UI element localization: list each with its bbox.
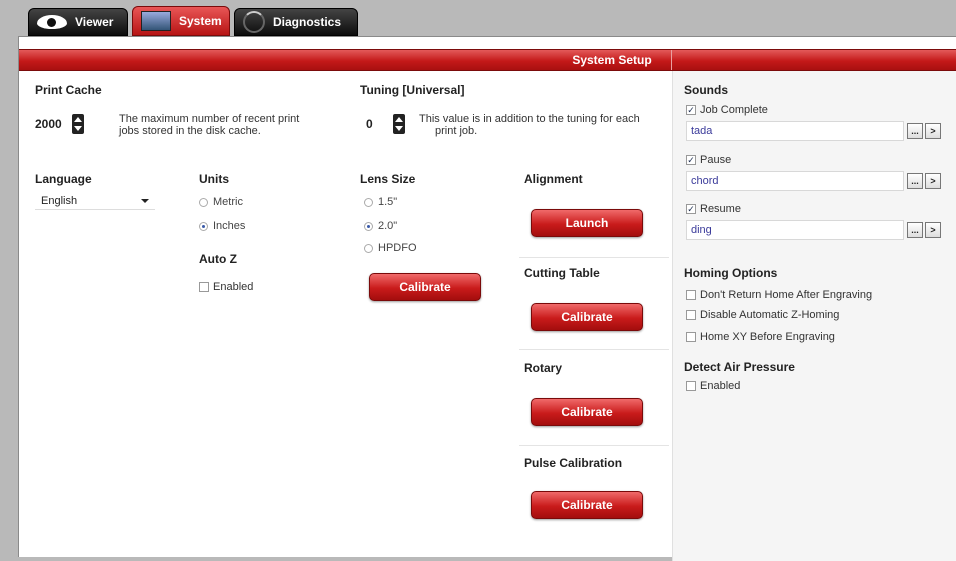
homing-option-checkbox[interactable]: Home XY Before Engraving <box>686 331 835 343</box>
tuning-description: This value is in addition to the tuning … <box>419 113 640 137</box>
units-inches-label: Inches <box>213 220 246 232</box>
homing-option-checkbox[interactable]: Disable Automatic Z-Homing <box>686 309 839 321</box>
checkbox-icon <box>686 310 696 320</box>
homing-option-label: Don't Return Home After Engraving <box>700 289 873 301</box>
play-sound-button[interactable]: > <box>925 222 941 238</box>
checkbox-checked-icon: ✓ <box>686 105 696 115</box>
sound-resume-checkbox[interactable]: ✓ Resume <box>686 203 741 215</box>
units-metric-radio[interactable]: Metric <box>199 196 243 208</box>
sound-pause-label: Pause <box>700 154 732 166</box>
lens-size-heading: Lens Size <box>360 172 416 186</box>
tab-system[interactable]: System <box>132 6 230 36</box>
tuning-desc-line2: print job. <box>435 125 478 137</box>
radio-icon <box>364 243 373 253</box>
checkbox-checked-icon: ✓ <box>686 204 696 214</box>
auto-z-enabled-label: Enabled <box>213 281 254 293</box>
alignment-launch-button[interactable]: Launch <box>531 209 643 237</box>
sound-job-complete-field[interactable]: tada <box>686 121 904 141</box>
radio-icon <box>364 197 373 207</box>
print-cache-stepper[interactable]: 2000 <box>35 113 84 135</box>
play-sound-button[interactable]: > <box>925 173 941 189</box>
tab-system-label: System <box>179 14 222 28</box>
swirl-icon <box>243 11 265 33</box>
print-cache-description: The maximum number of recent print jobs … <box>119 113 299 137</box>
rotary-heading: Rotary <box>524 361 563 375</box>
homing-option-label: Home XY Before Engraving <box>700 331 835 343</box>
lens-hpdfo-label: HPDFO <box>378 242 417 254</box>
units-inches-radio[interactable]: Inches <box>199 220 245 232</box>
sound-job-complete-checkbox[interactable]: ✓ Job Complete <box>686 104 768 116</box>
sound-resume-label: Resume <box>700 203 741 215</box>
lens-hpdfo-radio[interactable]: HPDFO <box>364 242 417 254</box>
detect-air-pressure-label: Enabled <box>700 380 741 392</box>
sound-pause-field[interactable]: chord <box>686 171 904 191</box>
units-metric-label: Metric <box>213 196 243 208</box>
system-setup-panel: System Setup Print Cache 2000 The maximu… <box>18 36 956 561</box>
lens-1-5-radio[interactable]: 1.5" <box>364 196 397 208</box>
radio-selected-icon <box>199 221 208 231</box>
homing-option-checkbox[interactable]: Don't Return Home After Engraving <box>686 289 872 301</box>
auto-z-enabled-checkbox[interactable]: Enabled <box>199 281 253 293</box>
alignment-heading: Alignment <box>524 172 583 186</box>
monitor-icon <box>141 11 171 31</box>
header-divider <box>671 50 672 70</box>
units-heading: Units <box>199 172 229 186</box>
print-cache-desc-line2: jobs stored in the disk cache. <box>119 125 261 137</box>
browse-sound-button[interactable]: ... <box>907 222 923 238</box>
sound-pause-checkbox[interactable]: ✓ Pause <box>686 154 731 166</box>
language-selected: English <box>41 195 78 207</box>
browse-sound-button[interactable]: ... <box>907 123 923 139</box>
sounds-heading: Sounds <box>684 83 728 97</box>
checkbox-icon <box>199 282 209 292</box>
detect-air-pressure-heading: Detect Air Pressure <box>684 360 795 374</box>
stepper-arrows-icon[interactable] <box>392 114 405 134</box>
print-cache-value[interactable]: 2000 <box>35 117 62 131</box>
divider <box>519 445 669 446</box>
checkbox-icon <box>686 290 696 300</box>
tuning-value[interactable]: 0 <box>366 117 373 131</box>
section-header: System Setup <box>19 49 956 71</box>
eye-icon <box>37 15 67 29</box>
cutting-table-heading: Cutting Table <box>524 266 600 280</box>
tuning-heading: Tuning [Universal] <box>360 83 465 97</box>
language-select[interactable]: English <box>35 193 155 210</box>
lens-calibrate-button[interactable]: Calibrate <box>369 273 481 301</box>
checkbox-checked-icon: ✓ <box>686 155 696 165</box>
checkbox-icon <box>686 332 696 342</box>
chevron-down-icon <box>141 199 149 203</box>
divider <box>519 349 669 350</box>
homing-option-label: Disable Automatic Z-Homing <box>700 309 840 321</box>
page-title: System Setup <box>572 53 652 67</box>
tab-diagnostics-label: Diagnostics <box>273 15 342 29</box>
rotary-calibrate-button[interactable]: Calibrate <box>531 398 643 426</box>
sound-resume-field[interactable]: ding <box>686 220 904 240</box>
homing-options-heading: Homing Options <box>684 266 778 280</box>
sound-job-complete-label: Job Complete <box>700 104 768 116</box>
tuning-desc-line1: This value is in addition to the tuning … <box>419 113 640 125</box>
tab-viewer[interactable]: Viewer <box>28 8 128 36</box>
lens-2-0-radio[interactable]: 2.0" <box>364 220 397 232</box>
checkbox-icon <box>686 381 696 391</box>
lens-1-5-label: 1.5" <box>378 196 398 208</box>
tuning-stepper[interactable]: 0 <box>366 113 405 135</box>
play-sound-button[interactable]: > <box>925 123 941 139</box>
tab-viewer-label: Viewer <box>75 15 114 29</box>
radio-icon <box>199 197 208 207</box>
pulse-calibrate-button[interactable]: Calibrate <box>531 491 643 519</box>
print-cache-heading: Print Cache <box>35 83 102 97</box>
print-cache-desc-line1: The maximum number of recent print <box>119 113 300 125</box>
divider <box>519 257 669 258</box>
detect-air-pressure-checkbox[interactable]: Enabled <box>686 380 740 392</box>
lens-2-0-label: 2.0" <box>378 220 398 232</box>
cutting-table-calibrate-button[interactable]: Calibrate <box>531 303 643 331</box>
tab-diagnostics[interactable]: Diagnostics <box>234 8 358 36</box>
stepper-arrows-icon[interactable] <box>71 114 84 134</box>
tab-bar: Viewer System Diagnostics <box>18 0 956 40</box>
language-heading: Language <box>35 172 92 186</box>
radio-selected-icon <box>364 221 373 231</box>
browse-sound-button[interactable]: ... <box>907 173 923 189</box>
pulse-calibration-heading: Pulse Calibration <box>524 456 623 470</box>
auto-z-heading: Auto Z <box>199 252 237 266</box>
